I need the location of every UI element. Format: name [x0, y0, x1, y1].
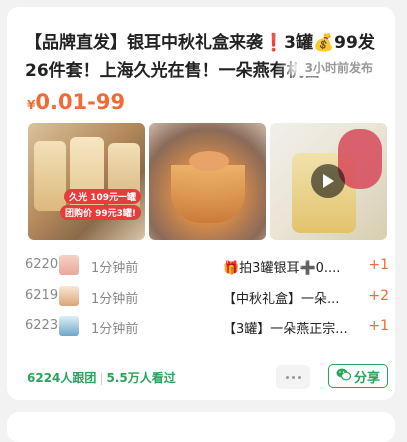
post-title[interactable]: 【品牌直发】银耳中秋礼盒来袭❗3罐💰99发26件套！上海久光在售！一朵燕有机富	[25, 29, 385, 85]
order-time: 1分钟前	[91, 322, 139, 337]
avatar	[59, 316, 79, 336]
order-row: 6219 1分钟前 【中秋礼盒】一朵... +2	[25, 286, 393, 308]
order-row: 6220 1分钟前 🎁拍3罐银耳➕0.... +1	[25, 255, 393, 277]
order-description: 【3罐】一朵燕正宗...	[223, 322, 348, 337]
stats-divider: |	[99, 371, 104, 385]
order-quantity: +1	[368, 318, 389, 334]
order-time: 1分钟前	[91, 292, 139, 307]
order-quantity: +2	[368, 288, 389, 304]
promo-tag-original: 久光 109元一罐	[64, 189, 141, 204]
share-button[interactable]: 分享	[328, 364, 388, 388]
order-time: 1分钟前	[91, 261, 139, 276]
order-description: 【中秋礼盒】一朵...	[223, 292, 340, 307]
more-options-button[interactable]	[276, 365, 310, 389]
promo-tag-group-price: 团购价 99元3罐!	[59, 205, 141, 220]
order-row: 6223 1分钟前 【3罐】一朵燕正宗... +1	[25, 316, 393, 338]
order-quantity: +1	[368, 257, 389, 273]
followers-count: 6224人跟团	[27, 371, 97, 385]
order-number: 6220	[25, 257, 59, 272]
play-icon[interactable]	[311, 164, 345, 198]
group-buy-card[interactable]: 【品牌直发】银耳中秋礼盒来袭❗3罐💰99发26件套！上海久光在售！一朵燕有机富 …	[7, 7, 395, 400]
product-image-1[interactable]: 久光 109元一罐 团购价 99元3罐!	[28, 123, 145, 240]
more-dot-icon	[297, 375, 301, 379]
product-video-thumbnail[interactable]	[270, 123, 387, 240]
wechat-icon	[336, 368, 352, 385]
share-label: 分享	[353, 370, 380, 386]
next-card[interactable]	[7, 412, 395, 442]
post-time: 3小时前发布	[296, 59, 373, 76]
more-dot-icon	[285, 375, 289, 379]
order-description: 🎁拍3罐银耳➕0....	[223, 261, 341, 276]
price-value: 0.01-99	[35, 90, 126, 114]
more-dot-icon	[291, 375, 295, 379]
product-image-2[interactable]	[149, 123, 266, 240]
order-number: 6219	[25, 288, 59, 303]
views-count: 5.5万人看过	[106, 371, 176, 385]
price-range: ¥0.01-99	[27, 90, 125, 114]
avatar	[59, 255, 79, 275]
avatar	[59, 286, 79, 306]
order-number: 6223	[25, 318, 59, 333]
engagement-stats: 6224人跟团 | 5.5万人看过	[27, 369, 176, 386]
